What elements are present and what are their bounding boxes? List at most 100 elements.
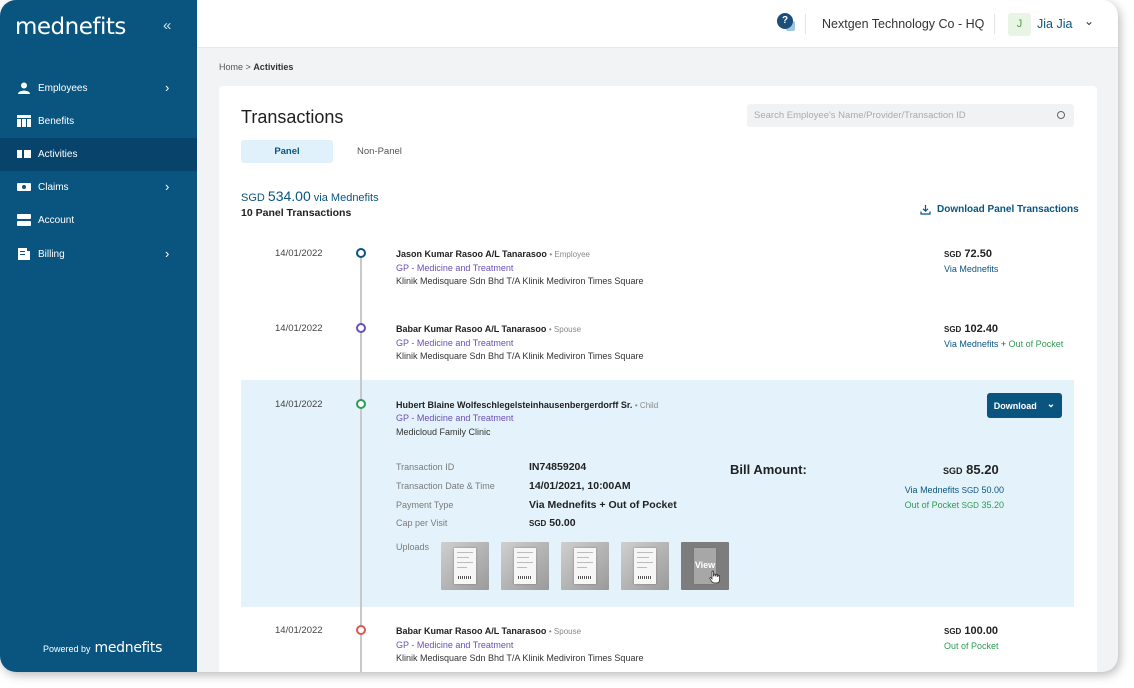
upload-thumbnail[interactable] bbox=[501, 542, 549, 590]
transaction-date: 14/01/2022 bbox=[275, 248, 323, 259]
activities-icon bbox=[17, 150, 31, 158]
transaction-amount: SGD 72.50 bbox=[944, 248, 992, 260]
via-out-of-pocket: Out of Pocket bbox=[1008, 339, 1064, 349]
avatar[interactable]: J bbox=[1008, 13, 1031, 36]
transaction-provider: Medicloud Family Clinic bbox=[396, 427, 491, 437]
divider bbox=[805, 14, 806, 34]
transaction-category: GP - Medicine and Treatment bbox=[396, 640, 514, 650]
summary-amount: 534.00 bbox=[267, 188, 311, 204]
timeline-dot bbox=[356, 399, 366, 409]
bill-amount-label: Bill Amount: bbox=[730, 462, 807, 477]
timeline-dot bbox=[356, 248, 366, 258]
transaction-provider: Klinik Medisquare Sdn Bhd T/A Klinik Med… bbox=[396, 276, 644, 286]
download-panel-transactions-link[interactable]: Download Panel Transactions bbox=[920, 204, 1079, 215]
payment-method: Via Mednefits + Out of Pocket bbox=[944, 339, 1063, 349]
app-frame: mednefits « Employees › Benefits Activit… bbox=[0, 0, 1118, 672]
search-input[interactable] bbox=[747, 104, 1074, 127]
via-mednefits: Via Mednefits bbox=[944, 339, 999, 349]
powered-by-logo: mednefits bbox=[94, 640, 163, 656]
timeline-dot bbox=[356, 625, 366, 635]
topbar: ? Nextgen Technology Co - HQ J Jia Jia ⌄ bbox=[197, 0, 1118, 48]
account-icon bbox=[17, 214, 31, 226]
bill-via-currency: SGD bbox=[961, 486, 979, 495]
transaction-category: GP - Medicine and Treatment bbox=[396, 413, 514, 423]
transaction-date: 14/01/2022 bbox=[275, 625, 323, 636]
bill-oop-currency: SGD bbox=[961, 501, 979, 510]
sidebar-item-claims[interactable]: Claims › bbox=[0, 171, 197, 204]
transaction-provider: Klinik Medisquare Sdn Bhd T/A Klinik Med… bbox=[396, 351, 644, 361]
member-relation: • Spouse bbox=[548, 627, 582, 636]
member-relation: • Spouse bbox=[548, 325, 582, 334]
download-panel-transactions-label: Download Panel Transactions bbox=[937, 204, 1079, 215]
date-time-value: 14/01/2021, 10:00AM bbox=[529, 480, 631, 492]
amount-value: 72.50 bbox=[964, 248, 992, 260]
transaction-id-label: Transaction ID bbox=[396, 462, 455, 472]
summary-total: SGD 534.00 via Mednefits bbox=[241, 188, 379, 204]
user-icon bbox=[18, 82, 30, 94]
sidebar: mednefits « Employees › Benefits Activit… bbox=[0, 0, 197, 672]
bill-currency: SGD bbox=[943, 466, 963, 476]
upload-thumbnail[interactable] bbox=[561, 542, 609, 590]
sidebar-item-billing[interactable]: Billing › bbox=[0, 238, 197, 271]
bill-amount: 85.20 bbox=[966, 462, 999, 477]
view-label: View bbox=[694, 560, 716, 570]
chevron-down-icon[interactable]: ⌄ bbox=[1084, 14, 1094, 28]
cursor-hand-icon bbox=[709, 570, 720, 584]
transaction-id-value: IN74859204 bbox=[529, 461, 587, 473]
member-name-text: Hubert Blaine Wolfeschlegelsteinhausenbe… bbox=[396, 400, 633, 410]
member-name: Babar Kumar Rasoo A/L Tanarasoo • Spouse bbox=[396, 626, 581, 636]
chevron-right-icon: › bbox=[165, 80, 170, 95]
member-name-text: Jason Kumar Rasoo A/L Tanarasoo bbox=[396, 249, 547, 259]
timeline-line bbox=[360, 251, 362, 672]
transaction-date: 14/01/2022 bbox=[275, 399, 323, 410]
help-icon[interactable]: ? bbox=[777, 13, 793, 29]
sidebar-item-label: Employees bbox=[38, 83, 88, 94]
uploads-label: Uploads bbox=[396, 542, 430, 552]
bill-out-of-pocket: Out of Pocket SGD 35.20 bbox=[905, 500, 1004, 510]
member-relation: • Employee bbox=[549, 250, 590, 259]
transaction-date: 14/01/2022 bbox=[275, 323, 323, 334]
money-icon bbox=[17, 183, 31, 191]
via-mednefits: Via Mednefits bbox=[944, 264, 999, 274]
chevron-down-icon: ⌄ bbox=[1046, 398, 1056, 410]
breadcrumb-separator: > bbox=[245, 62, 251, 72]
bill-via-amount: 50.00 bbox=[981, 485, 1004, 495]
user-name[interactable]: Jia Jia bbox=[1037, 17, 1072, 31]
sidebar-item-benefits[interactable]: Benefits bbox=[0, 105, 197, 138]
sidebar-item-employees[interactable]: Employees › bbox=[0, 72, 197, 105]
tab-non-panel[interactable]: Non-Panel bbox=[357, 140, 402, 163]
upload-view-button[interactable]: View bbox=[681, 542, 729, 590]
sidebar-item-label: Benefits bbox=[38, 116, 75, 127]
collapse-sidebar-icon[interactable]: « bbox=[163, 17, 171, 34]
page-title: Transactions bbox=[241, 107, 344, 127]
summary-via: via Mednefits bbox=[313, 192, 379, 204]
chevron-right-icon: › bbox=[165, 179, 170, 194]
breadcrumb-current: Activities bbox=[253, 62, 294, 72]
transaction-amount: SGD 102.40 bbox=[944, 323, 998, 335]
bill-oop-amount: 35.20 bbox=[981, 500, 1004, 510]
amount-currency: SGD bbox=[944, 250, 962, 259]
cap-currency: SGD bbox=[529, 519, 547, 528]
company-selector[interactable]: Nextgen Technology Co - HQ bbox=[822, 17, 984, 31]
tab-panel[interactable]: Panel bbox=[241, 140, 333, 163]
cap-amount: 50.00 bbox=[549, 517, 576, 529]
transaction-count: 10 Panel Transactions bbox=[241, 207, 352, 219]
transaction-amount: SGD 100.00 bbox=[944, 625, 998, 637]
upload-thumbnail[interactable] bbox=[441, 542, 489, 590]
timeline-dot bbox=[356, 323, 366, 333]
via-out-of-pocket: Out of Pocket bbox=[944, 641, 999, 651]
payment-method: Out of Pocket bbox=[944, 641, 999, 651]
sidebar-item-account[interactable]: Account bbox=[0, 204, 197, 237]
invoice-icon bbox=[18, 248, 30, 260]
search-icon[interactable] bbox=[1057, 111, 1065, 119]
divider bbox=[994, 14, 995, 34]
breadcrumb-home[interactable]: Home bbox=[219, 62, 243, 72]
amount-value: 102.40 bbox=[964, 323, 999, 335]
payment-type-label: Payment Type bbox=[396, 500, 454, 510]
bill-via-label: Via Mednefits bbox=[904, 485, 960, 495]
sidebar-item-activities[interactable]: Activities bbox=[0, 138, 197, 171]
upload-thumbnail[interactable] bbox=[621, 542, 669, 590]
download-button[interactable]: Download ⌄ bbox=[987, 393, 1062, 418]
logo: mednefits bbox=[15, 14, 126, 40]
table-icon bbox=[17, 115, 31, 127]
